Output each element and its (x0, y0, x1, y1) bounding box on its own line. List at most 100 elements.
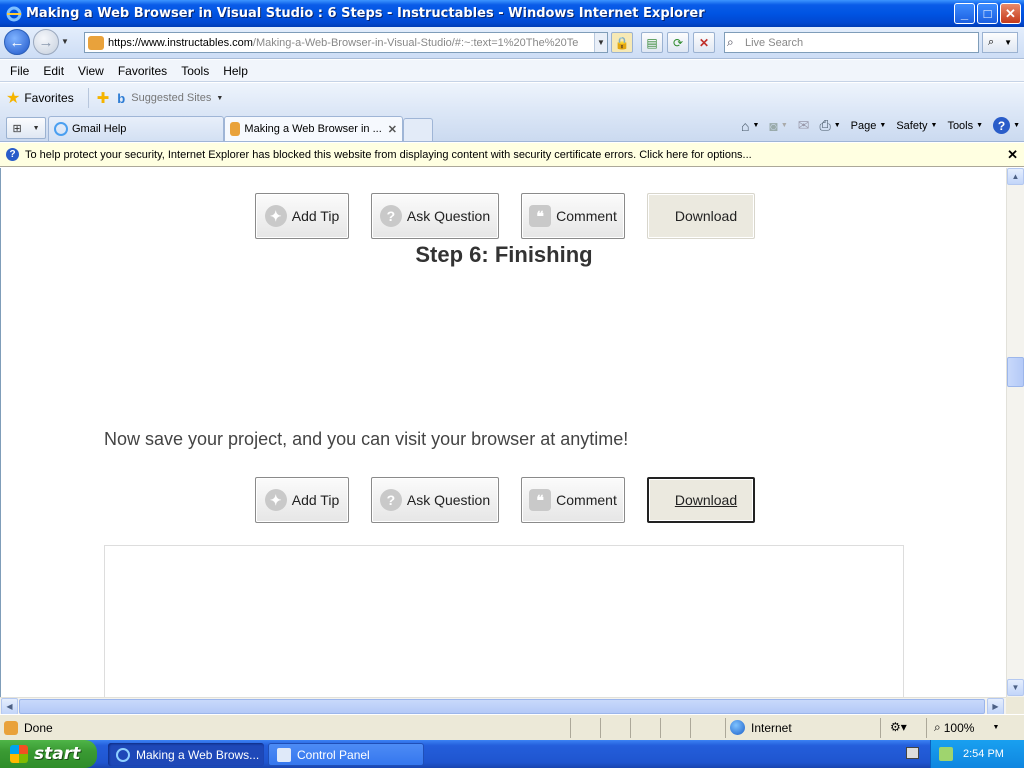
add-tip-button[interactable]: ✦ Add Tip (255, 193, 349, 239)
comment-button[interactable]: ❝ Comment (521, 477, 625, 523)
close-window-button[interactable]: ✕ (1000, 3, 1021, 24)
read-mail-button[interactable]: ✉ (798, 117, 810, 134)
tools-menu-button[interactable]: Tools ▼ (947, 120, 983, 132)
menu-tools[interactable]: Tools (174, 64, 216, 78)
tab-making-web-browser[interactable]: Making a Web Browser in ... ✕ (224, 116, 403, 141)
step-actions-top: ✦ Add Tip ? Ask Question ❝ Comment Downl… (255, 193, 777, 239)
close-information-bar-icon[interactable]: ✕ (1007, 147, 1018, 163)
favorites-button[interactable]: ★ Favorites (6, 88, 74, 108)
rss-feed-icon: ◙ (769, 117, 778, 134)
refresh-button[interactable]: ⟳ (667, 32, 689, 53)
language-bar-icon[interactable] (906, 747, 919, 759)
search-button[interactable]: ⌕ ▼ (982, 32, 1018, 53)
add-to-favorites-bar-icon[interactable]: ✚ (97, 89, 110, 107)
address-toolbar: ← → ▼ https://www.instructables.com/Maki… (0, 27, 1024, 59)
ask-question-button[interactable]: ? Ask Question (371, 477, 499, 523)
question-icon: ? (379, 489, 402, 511)
taskbar-item-internet-explorer[interactable]: Making a Web Brows... (108, 743, 264, 766)
internet-globe-icon (730, 720, 745, 735)
back-button[interactable]: ← (4, 29, 30, 55)
add-tip-button[interactable]: ✦ Add Tip (255, 477, 349, 523)
scroll-up-button[interactable]: ▲ (1007, 168, 1024, 185)
refresh-icon: ⟳ (672, 35, 684, 50)
status-divider (660, 718, 661, 738)
maximize-button[interactable]: □ (977, 3, 998, 24)
information-bar-text[interactable]: To help protect your security, Internet … (25, 149, 752, 161)
comment-button[interactable]: ❝ Comment (521, 193, 625, 239)
zoom-magnifier-icon: ⌕ (934, 720, 941, 734)
horizontal-scrollbar[interactable]: ◀ ▶ (0, 697, 1006, 715)
favorites-bar: ★ Favorites ✚ b Suggested Sites ▼ (0, 83, 1024, 113)
minimize-button[interactable]: _ (954, 3, 975, 24)
lightbulb-icon: ✦ (264, 205, 287, 227)
menu-bar: File Edit View Favorites Tools Help (0, 60, 1024, 82)
status-divider (600, 718, 601, 738)
help-menu-button[interactable]: ? ▼ (993, 117, 1020, 134)
vertical-scroll-thumb[interactable] (1007, 357, 1024, 387)
tab-bar: ⊞ ▼ Gmail Help Making a Web Browser in .… (0, 113, 1024, 142)
feeds-button[interactable]: ◙ ▼ (769, 118, 787, 134)
question-icon: ? (379, 205, 402, 227)
taskbar-item-label: Control Panel (297, 747, 370, 762)
favorites-label: Favorites (24, 91, 74, 105)
url-scheme: https:// (108, 36, 142, 49)
search-options-dropdown-icon[interactable]: ▼ (1004, 38, 1012, 47)
content-panel (104, 545, 904, 697)
search-icon: ⌕ (987, 36, 995, 48)
zoom-level-button[interactable]: ⌕ 100% ▼ (934, 720, 999, 735)
download-label: Download (674, 208, 738, 224)
add-tip-label: Add Tip (291, 492, 340, 508)
quick-tabs-button[interactable]: ⊞ ▼ (6, 117, 46, 139)
status-divider (630, 718, 631, 738)
menu-help[interactable]: Help (216, 64, 255, 78)
close-tab-icon[interactable]: ✕ (388, 123, 397, 136)
menu-favorites[interactable]: Favorites (111, 64, 174, 78)
menu-view[interactable]: View (71, 64, 111, 78)
safety-menu-button[interactable]: Safety ▼ (896, 120, 937, 132)
horizontal-scroll-thumb[interactable] (19, 699, 985, 714)
ask-question-button[interactable]: ? Ask Question (371, 193, 499, 239)
download-button[interactable]: Download (647, 477, 755, 523)
tools-menu-label: Tools (947, 119, 974, 132)
address-dropdown-icon[interactable]: ▼ (594, 33, 607, 52)
forward-button[interactable]: → (33, 29, 59, 55)
taskbar-item-control-panel[interactable]: Control Panel (268, 743, 424, 766)
start-button[interactable]: start (0, 740, 97, 768)
clock[interactable]: 2:54 PM (963, 748, 1004, 760)
page-content: ✦ Add Tip ? Ask Question ❝ Comment Downl… (0, 168, 1006, 697)
suggested-sites-button[interactable]: b Suggested Sites ▼ (117, 91, 223, 106)
stop-button[interactable]: ✕ (693, 32, 715, 53)
address-url[interactable]: https://www.instructables.com/Making-a-W… (108, 37, 594, 49)
start-label: start (34, 744, 81, 764)
internet-explorer-icon (6, 6, 22, 21)
windows-logo-icon (10, 745, 28, 763)
add-tip-label: Add Tip (291, 208, 340, 224)
search-input[interactable]: ⌕ Live Search (724, 32, 979, 53)
menu-edit[interactable]: Edit (36, 64, 71, 78)
home-button[interactable]: ⌂ ▼ (741, 118, 759, 134)
compatibility-view-button[interactable]: ▤ (641, 32, 663, 53)
security-zone[interactable]: Internet (730, 720, 792, 735)
page-menu-button[interactable]: Page ▼ (851, 120, 887, 132)
protected-mode-icon[interactable]: ⚙▾ (890, 720, 907, 734)
download-button[interactable]: Download (647, 193, 755, 239)
tab-gmail-help[interactable]: Gmail Help (48, 116, 224, 141)
scroll-right-button[interactable]: ▶ (987, 698, 1004, 715)
window-title-bar[interactable]: Making a Web Browser in Visual Studio : … (0, 0, 1024, 27)
forward-arrow-icon: → (38, 33, 54, 51)
ie-page-icon (54, 122, 68, 136)
recent-pages-dropdown-icon[interactable]: ▼ (61, 37, 69, 46)
security-lock-button[interactable]: 🔒 (611, 32, 633, 53)
network-tray-icon[interactable] (939, 747, 953, 761)
print-button[interactable]: ⎙ ▼ (820, 117, 841, 134)
internet-explorer-icon (116, 747, 130, 762)
scroll-down-button[interactable]: ▼ (1007, 679, 1024, 696)
vertical-scrollbar[interactable]: ▲ ▼ (1006, 168, 1024, 697)
scroll-left-button[interactable]: ◀ (1, 698, 18, 715)
new-tab-button[interactable] (403, 118, 433, 141)
tab-list-dropdown-icon[interactable]: ▼ (33, 125, 40, 132)
address-bar[interactable]: https://www.instructables.com/Making-a-W… (84, 32, 608, 53)
information-bar[interactable]: ? To help protect your security, Interne… (0, 143, 1024, 167)
menu-file[interactable]: File (3, 64, 36, 78)
bing-icon: b (117, 90, 126, 106)
